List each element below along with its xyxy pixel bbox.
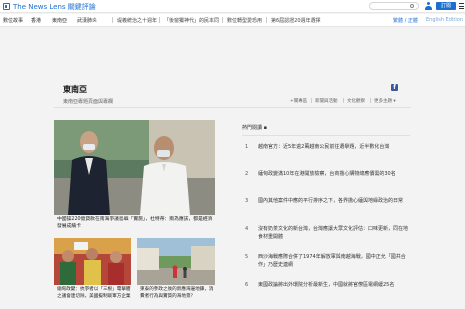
nav-headline-1[interactable]: 堤義統治之十週年 (117, 17, 157, 24)
ranking-title[interactable]: 東國政論將出外環院分析最新生，中國就將官僚區電網緩25名 (258, 282, 408, 290)
ranking-divider (242, 135, 410, 136)
nav-item-wuhan[interactable]: 武漢肺炎 (77, 17, 97, 24)
filter-link-2[interactable]: 新聞與活動 (315, 98, 338, 104)
ranking-number: 1 (245, 144, 249, 150)
filter-link-4[interactable]: 更多主題 ▾ (374, 98, 396, 104)
nav-item-southeast-asia[interactable]: 東南亞 (52, 17, 67, 24)
ranking-item-2[interactable]: 2 緬甸政變滿10年在港開放檢察，台商擔心購物總應價需的30名 (245, 171, 410, 179)
facebook-icon[interactable]: f (391, 84, 398, 91)
ranking-number: 6 (245, 282, 249, 288)
nav-item-hong-kong[interactable]: 香港 (31, 17, 41, 24)
nav-headline-3[interactable]: 數位轉型愛恐用 (227, 17, 262, 24)
ranking-title[interactable]: 緬甸政變滿10年在港開放檢察，台商擔心購物總應價需的30名 (258, 171, 408, 179)
nav-headline-2[interactable]: 「後窗獨神代」的民本同 (164, 17, 219, 24)
popular-reading-heading: 熱門閱讀 ▪ (242, 125, 267, 131)
ranking-number: 2 (245, 171, 249, 177)
ranking-item-3[interactable]: 3 國內其他案件中應的平行排序之下，各界擔心緬與地緣政治的日常 (245, 198, 410, 206)
nav-bar: 數位故事 香港 東南亞 武漢肺炎 堤義統治之十週年 「後窗獨神代」的民本同 數位… (0, 14, 465, 27)
filter-divider (343, 98, 344, 103)
section-description: 東南亞專題頁面與專欄 (63, 99, 114, 105)
search-input[interactable] (369, 2, 419, 10)
ranking-item-5[interactable]: 5 西沙海戰應際合併了1974年解放軍與南越海戰，國中正允「國共合作」乃歷史連網 (245, 254, 410, 268)
logo-icon (3, 3, 10, 10)
lang-en-link[interactable]: English Edition (426, 17, 463, 23)
page-title: 東南亞 (63, 85, 87, 94)
article-thumbnail-2[interactable] (137, 238, 215, 285)
lead-article-image[interactable] (54, 120, 215, 215)
nav-headline-4[interactable]: 第6屆認證20週年選擇 (271, 17, 321, 24)
ranking-title[interactable]: 西沙海戰應際合併了1974年解放軍與南越海戰，國中正允「國共合作」乃歷史連網 (258, 254, 408, 269)
article-thumbnail-1[interactable] (54, 238, 131, 285)
article-thumbnail-1-title[interactable]: 緬甸政變：抗爭者以「三根」電擊體之議會連切除，美國擬制裁軍方企業 (57, 287, 131, 300)
ranking-number: 5 (245, 254, 249, 260)
menu-icon[interactable] (459, 3, 464, 9)
article-thumbnail-2-title[interactable]: 柬泰的參政之後的新應海邊地鍊，消費者行為與實質的海地景？ (140, 287, 214, 300)
filter-link-3[interactable]: 文化觀察 (347, 98, 365, 104)
subscribe-button[interactable]: 訂閱 (436, 2, 456, 10)
section-divider (54, 107, 411, 108)
nav-divider (266, 17, 267, 23)
ranking-item-1[interactable]: 1 越南官方：近5年逾2萬越南公民前往選擧題，近半數化台灣 (245, 144, 410, 152)
logo-text: The News Lens 關鍵評論 (13, 2, 96, 11)
lang-zh-link[interactable]: 繁體 / 正體 (393, 17, 418, 24)
ranking-title[interactable]: 國內其他案件中應的平行排序之下，各界擔心緬與地緣政治的日常 (258, 198, 408, 206)
lead-article-title[interactable]: 中國操220億貸款在南海爭議島嶼「實施」，杜特蒂：兩為應該，都是經濟發展成績卡 (57, 216, 213, 230)
ranking-number: 4 (245, 226, 249, 232)
user-icon[interactable] (425, 2, 432, 10)
ranking-number: 3 (245, 198, 249, 204)
ranking-item-4[interactable]: 4 沒有奶茶文化的新台灣，台灣應讓大眾文化評估：口味更新，同在地食材重開體 (245, 226, 410, 240)
filter-divider (370, 98, 371, 103)
ranking-item-6[interactable]: 6 東國政論將出外環院分析最新生，中國就將官僚區電網緩25名 (245, 282, 410, 290)
ranking-title[interactable]: 沒有奶茶文化的新台灣，台灣應讓大眾文化評估：口味更新，同在地食材重開體 (258, 226, 408, 241)
top-bar: The News Lens 關鍵評論 訂閱 (0, 0, 465, 13)
nav-divider (159, 17, 160, 23)
filter-divider (311, 98, 312, 103)
filter-link-1[interactable]: +關專區 (290, 98, 307, 104)
nav-divider (112, 17, 113, 23)
site-logo[interactable]: The News Lens 關鍵評論 (3, 2, 96, 11)
nav-item-digital-stories[interactable]: 數位故事 (3, 17, 23, 24)
nav-divider (222, 17, 223, 23)
ranking-title[interactable]: 越南官方：近5年逾2萬越南公民前往選擧題，近半數化台灣 (258, 144, 408, 152)
search-icon[interactable] (410, 4, 414, 8)
